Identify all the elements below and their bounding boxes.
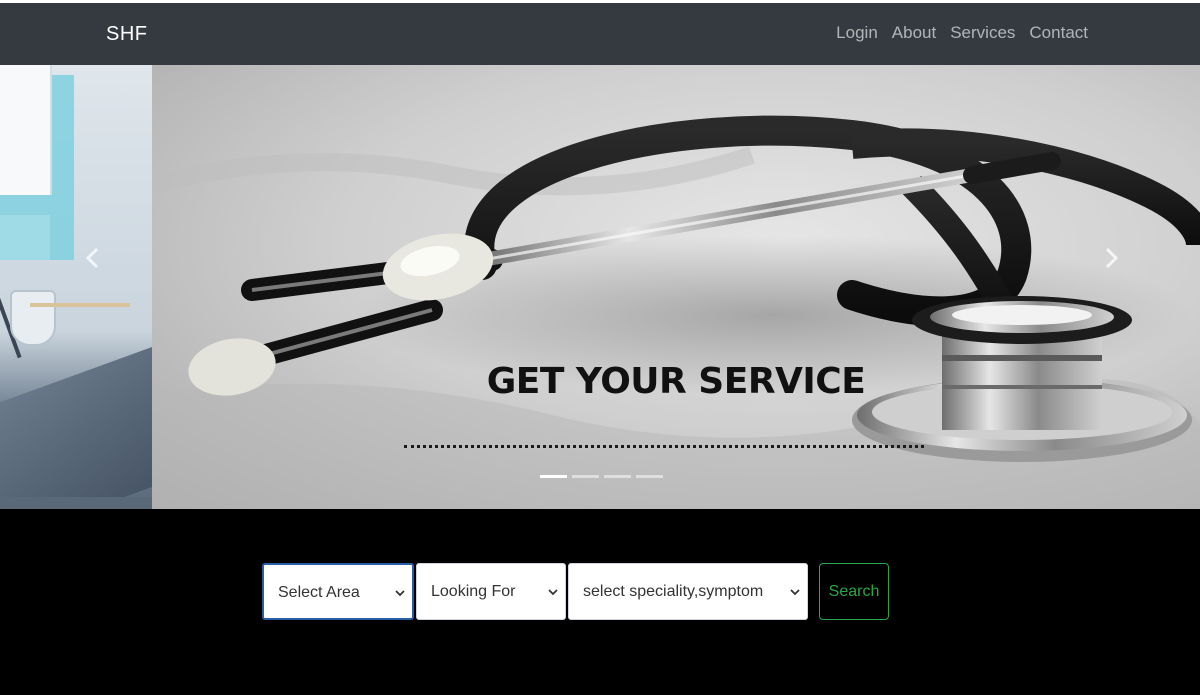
nav-link-services[interactable]: Services: [950, 23, 1015, 43]
carousel-caption: GET YOUR SERVICE: [152, 361, 1200, 402]
previous-slide-image: [0, 65, 170, 509]
brand-logo[interactable]: SHF: [106, 23, 148, 46]
speciality-value: select speciality,symptom: [583, 583, 764, 600]
carousel-prev-control[interactable]: [78, 243, 108, 273]
looking-for-dropdown[interactable]: Looking For: [416, 563, 566, 620]
search-button[interactable]: Search: [819, 563, 889, 620]
folder-graphic: [0, 215, 50, 260]
speciality-dropdown[interactable]: select speciality,symptom: [568, 563, 808, 620]
nav-links: Login About Services Contact: [836, 23, 1088, 43]
carousel-indicators: [540, 475, 663, 478]
nav-link-contact[interactable]: Contact: [1029, 23, 1088, 43]
carousel-indicator-2[interactable]: [572, 475, 599, 478]
carousel-indicator-1[interactable]: [540, 475, 567, 478]
pencil-graphic: [30, 303, 130, 307]
caption-dotted-underline: [404, 445, 924, 448]
search-section: Select Area Looking For select specialit…: [0, 509, 1200, 695]
chevron-down-icon: [548, 589, 558, 596]
chevron-right-icon: [1105, 247, 1119, 269]
stethoscope-illustration: [152, 115, 1200, 509]
select-area-dropdown[interactable]: Select Area: [262, 563, 414, 620]
search-form: Select Area Looking For select specialit…: [262, 563, 889, 620]
nav-link-about[interactable]: About: [892, 23, 936, 43]
paper-graphic: [0, 65, 52, 195]
select-area-value: Select Area: [278, 584, 360, 601]
looking-for-value: Looking For: [431, 583, 516, 600]
chevron-down-icon: [395, 590, 405, 597]
carousel-indicator-4[interactable]: [636, 475, 663, 478]
cup-graphic: [10, 290, 56, 346]
carousel-indicator-3[interactable]: [604, 475, 631, 478]
caption-title: GET YOUR SERVICE: [486, 361, 866, 402]
navbar: SHF Login About Services Contact: [0, 3, 1200, 65]
chevron-down-icon: [790, 589, 800, 596]
hero-carousel: GET YOUR SERVICE: [0, 65, 1200, 509]
laptop-graphic: [0, 340, 170, 509]
laptop-edge-graphic: [0, 497, 152, 509]
chevron-left-icon: [85, 247, 99, 269]
active-slide-image: GET YOUR SERVICE: [152, 65, 1200, 509]
carousel-next-control[interactable]: [1096, 243, 1126, 273]
nav-link-login[interactable]: Login: [836, 23, 878, 43]
